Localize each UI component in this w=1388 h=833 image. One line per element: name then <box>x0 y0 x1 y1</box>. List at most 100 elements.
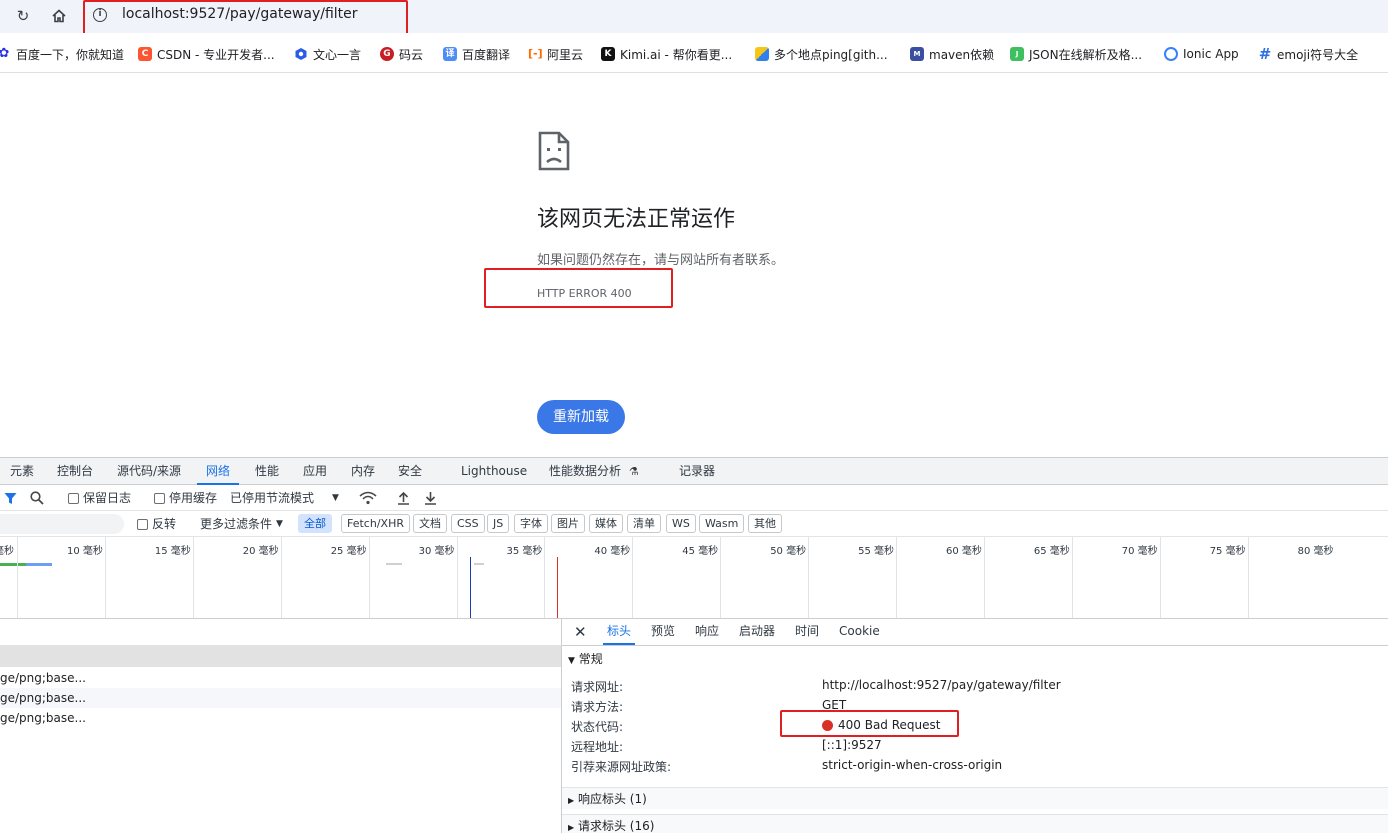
tab-lighthouse[interactable]: Lighthouse <box>461 458 527 485</box>
filter-chip-doc[interactable]: 文档 <box>413 514 447 533</box>
tab-preview[interactable]: 预览 <box>651 619 675 645</box>
tab-performance-insights[interactable]: 性能数据分析 ⚗ <box>549 458 639 485</box>
tab-recorder[interactable]: 记录器 <box>679 458 715 485</box>
timeline-grid-line <box>808 537 810 618</box>
filter-chip-other[interactable]: 其他 <box>748 514 782 533</box>
section-response-headers-toggle[interactable]: ▶ 响应标头 (1) <box>562 787 1388 809</box>
tab-application[interactable]: 应用 <box>303 458 327 485</box>
section-general-toggle[interactable]: ▼ 常规 <box>562 648 1388 670</box>
bookmark-baidu[interactable]: ✿ 百度一下，你就知道 <box>0 45 124 63</box>
filter-funnel-icon[interactable] <box>4 489 17 507</box>
checkbox-icon <box>137 518 148 530</box>
section-title: 请求标头 (16) <box>577 819 655 833</box>
import-har-icon[interactable] <box>397 489 410 507</box>
timeline-bar <box>386 563 402 565</box>
maven-icon: M <box>910 47 924 61</box>
timeline-tick-label: 10 毫秒 <box>66 546 103 557</box>
chevron-down-icon: ▼ <box>276 519 283 529</box>
bookmark-gitee[interactable]: G 码云 <box>380 45 423 63</box>
section-request-headers-toggle[interactable]: ▶ 请求标头 (16) <box>562 814 1388 833</box>
tab-memory[interactable]: 内存 <box>351 458 375 485</box>
wenxin-icon <box>294 47 308 61</box>
preserve-log-checkbox[interactable]: 保留日志 <box>68 489 131 507</box>
timeline-bar <box>474 563 484 565</box>
timeline-grid-line <box>983 537 985 618</box>
checkbox-icon <box>154 492 165 504</box>
bookmark-wenxin[interactable]: 文心一言 <box>294 45 361 63</box>
checkbox-icon <box>68 492 79 504</box>
timeline-tick-label: 45 毫秒 <box>682 546 719 557</box>
tab-timing[interactable]: 时间 <box>795 619 819 645</box>
filter-chip-img[interactable]: 图片 <box>551 514 585 533</box>
remote-address-value: [::1]:9527 <box>822 738 882 752</box>
throttling-select[interactable]: 已停用节流模式 ▼ <box>230 489 339 507</box>
table-row[interactable]: ge/png;base... <box>0 708 561 728</box>
general-key: 引荐来源网址政策: <box>571 760 672 774</box>
more-filters-label: 更多过滤条件 <box>200 517 273 531</box>
filter-input[interactable] <box>0 514 124 534</box>
status-highlight-box <box>780 710 959 737</box>
tab-response[interactable]: 响应 <box>695 619 719 645</box>
bookmark-emoji[interactable]: # emoji符号大全 <box>1258 45 1358 63</box>
flask-icon: ⚗ <box>628 465 639 478</box>
tab-cookies[interactable]: Cookie <box>839 619 880 645</box>
checkbox-label: 反转 <box>152 517 177 531</box>
filter-chip-css[interactable]: CSS <box>451 514 485 533</box>
tab-elements[interactable]: 元素 <box>10 458 34 485</box>
tab-console[interactable]: 控制台 <box>57 458 93 485</box>
general-key: 请求网址: <box>571 680 624 694</box>
bookmark-kimi[interactable]: K Kimi.ai - 帮你看更... <box>601 45 732 63</box>
timeline-tick-label: 40 毫秒 <box>594 546 631 557</box>
timeline-tick-label: 15 毫秒 <box>154 546 191 557</box>
bookmark-ionic[interactable]: Ionic App <box>1164 45 1239 63</box>
bookmark-label: CSDN - 专业开发者... <box>157 47 275 62</box>
filter-chip-media[interactable]: 媒体 <box>589 514 623 533</box>
table-row-selected[interactable] <box>0 646 561 667</box>
timeline-bar <box>0 563 26 566</box>
filter-chip-all[interactable]: 全部 <box>298 514 332 533</box>
general-key: 远程地址: <box>571 740 624 754</box>
tab-network[interactable]: 网络 <box>197 458 240 485</box>
bookmark-json[interactable]: J JSON在线解析及格... <box>1010 45 1142 63</box>
checkbox-label: 保留日志 <box>83 491 132 505</box>
export-har-icon[interactable] <box>424 489 437 507</box>
bookmark-aliyun[interactable]: [-] 阿里云 <box>528 45 583 63</box>
timeline-tick-label: 60 毫秒 <box>945 546 982 557</box>
table-row[interactable]: ge/png;base... <box>0 668 561 688</box>
dom-content-loaded-marker <box>470 557 471 618</box>
filter-chip-js[interactable]: JS <box>487 514 510 533</box>
filter-chip-wasm[interactable]: Wasm <box>699 514 745 533</box>
timeline-grid-line <box>632 537 634 618</box>
more-filters-select[interactable]: 更多过滤条件 ▼ <box>200 515 283 533</box>
reload-icon[interactable]: ↻ <box>13 6 33 26</box>
filter-chip-font[interactable]: 字体 <box>514 514 548 533</box>
invert-checkbox[interactable]: 反转 <box>137 515 176 533</box>
bookmark-baidu-translate[interactable]: 译 百度翻译 <box>443 45 510 63</box>
reload-button[interactable]: 重新加载 <box>537 400 625 434</box>
filter-chip-ws[interactable]: WS <box>666 514 696 533</box>
tab-initiator[interactable]: 启动器 <box>739 619 775 645</box>
tab-security[interactable]: 安全 <box>398 458 422 485</box>
timeline-grid-line <box>17 537 18 618</box>
tab-headers[interactable]: 标头 <box>603 619 636 645</box>
table-row[interactable]: ge/png;base... <box>0 688 561 708</box>
tab-performance[interactable]: 性能 <box>255 458 279 485</box>
filter-chip-fetch-xhr[interactable]: Fetch/XHR <box>341 514 410 533</box>
filter-chip-manifest[interactable]: 清单 <box>627 514 661 533</box>
bookmark-label: 文心一言 <box>313 47 362 62</box>
network-timeline-overview[interactable]: 5 毫秒 10 毫秒 15 毫秒 20 毫秒 25 毫秒 30 毫秒 35 毫秒 40 毫秒… <box>0 537 1388 619</box>
home-icon[interactable] <box>49 6 69 26</box>
gitee-icon: G <box>380 47 394 61</box>
bookmark-maven[interactable]: M maven依赖 <box>910 45 994 63</box>
triangle-right-icon: ▶ <box>568 796 575 805</box>
bookmark-csdn[interactable]: C CSDN - 专业开发者... <box>138 45 275 63</box>
close-icon[interactable]: ✕ <box>574 623 587 641</box>
timeline-tick-label: 50 毫秒 <box>770 546 807 557</box>
baidu-translate-icon: 译 <box>443 47 457 61</box>
search-icon[interactable] <box>30 489 44 507</box>
bookmark-ping[interactable]: 多个地点ping[gith... <box>755 45 888 63</box>
chevron-down-icon: ▼ <box>332 493 339 503</box>
disable-cache-checkbox[interactable]: 停用缓存 <box>154 489 217 507</box>
network-conditions-icon[interactable] <box>359 489 377 507</box>
tab-sources[interactable]: 源代码/来源 <box>117 458 181 485</box>
